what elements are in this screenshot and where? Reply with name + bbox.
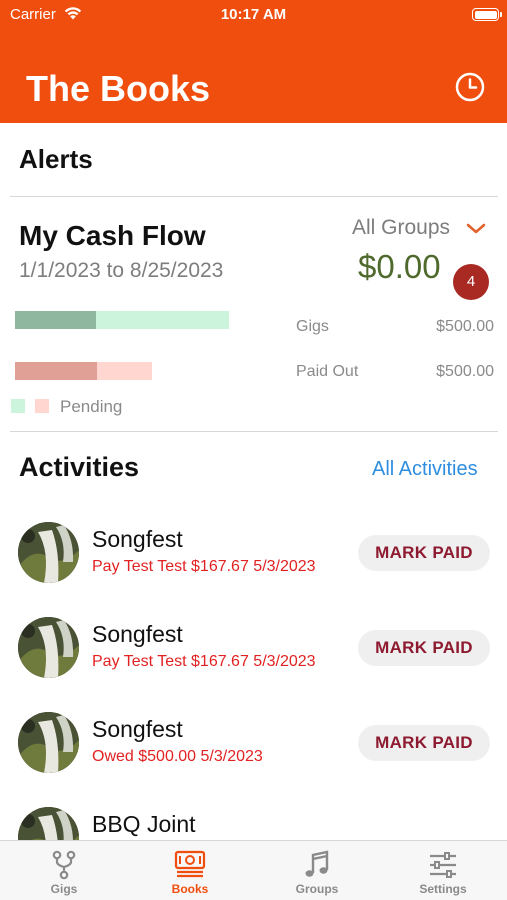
tab-label: Groups [295,882,339,896]
gigs-label: Gigs [296,318,329,335]
tab-groups[interactable]: Groups [254,841,380,900]
activity-detail: Pay Test Test $167.67 5/3/2023 [92,558,316,575]
avatar [18,522,79,583]
activity-name: Songfest [92,621,183,647]
divider [10,196,498,197]
tab-settings[interactable]: Settings [380,841,506,900]
mark-paid-button[interactable]: MARK PAID [358,630,490,666]
clock-icon[interactable] [454,71,486,103]
activity-item[interactable]: Songfest Pay Test Test $167.67 5/3/2023 … [0,522,507,612]
paid-out-settled-bar [15,362,98,380]
activity-name: Songfest [92,526,183,552]
activity-item[interactable]: Songfest Owed $500.00 5/3/2023 MARK PAID [0,712,507,802]
music-note-icon [305,850,329,877]
legend-swatch-red [35,399,49,413]
avatar [18,617,79,678]
gigs-settled-bar [15,311,97,329]
tab-bar: Gigs Books Groups Settings [0,840,507,900]
avatar [18,712,79,773]
tab-label: Books [171,882,209,896]
mark-paid-button[interactable]: MARK PAID [358,725,490,761]
activity-name: BBQ Joint [92,811,196,837]
all-activities-link[interactable]: All Activities [372,458,478,481]
group-filter-dropdown[interactable]: All Groups [352,216,450,240]
alerts-label: Alerts [19,144,93,174]
chevron-down-icon[interactable] [466,222,486,236]
status-bar: Carrier 10:17 AM [0,0,507,30]
status-time: 10:17 AM [220,6,287,23]
tab-label: Settings [419,882,467,896]
pending-legend-label: Pending [60,397,123,416]
branch-icon [52,850,76,880]
tab-gigs[interactable]: Gigs [1,841,127,900]
mark-paid-button[interactable]: MARK PAID [358,535,490,571]
activity-detail: Owed $500.00 5/3/2023 [92,748,263,765]
cash-flow-amount: $0.00 [358,248,441,285]
tab-label: Gigs [50,882,78,896]
legend-swatch-green [11,399,25,413]
top-header: Carrier 10:17 AM The Books [0,0,507,123]
activity-item[interactable]: Songfest Pay Test Test $167.67 5/3/2023 … [0,617,507,707]
paid-out-label: Paid Out [296,363,359,380]
sliders-icon [430,852,456,878]
tab-books[interactable]: Books [127,841,253,900]
alerts-row[interactable]: Alerts 4 [0,124,507,300]
cash-flow-date-range: 1/1/2023 to 8/25/2023 [19,259,224,282]
activities-title: Activities [19,452,140,482]
activity-detail: Pay Test Test $167.67 5/3/2023 [92,653,316,670]
alerts-count-badge: 4 [453,264,489,300]
cash-icon [174,850,206,878]
activity-name: Songfest [92,716,183,742]
paid-out-amount: $500.00 [436,363,494,380]
divider [10,431,498,432]
page-title: The Books [26,68,211,109]
battery-icon [472,8,502,21]
cash-flow-title: My Cash Flow [19,220,206,251]
gigs-amount: $500.00 [436,318,494,335]
